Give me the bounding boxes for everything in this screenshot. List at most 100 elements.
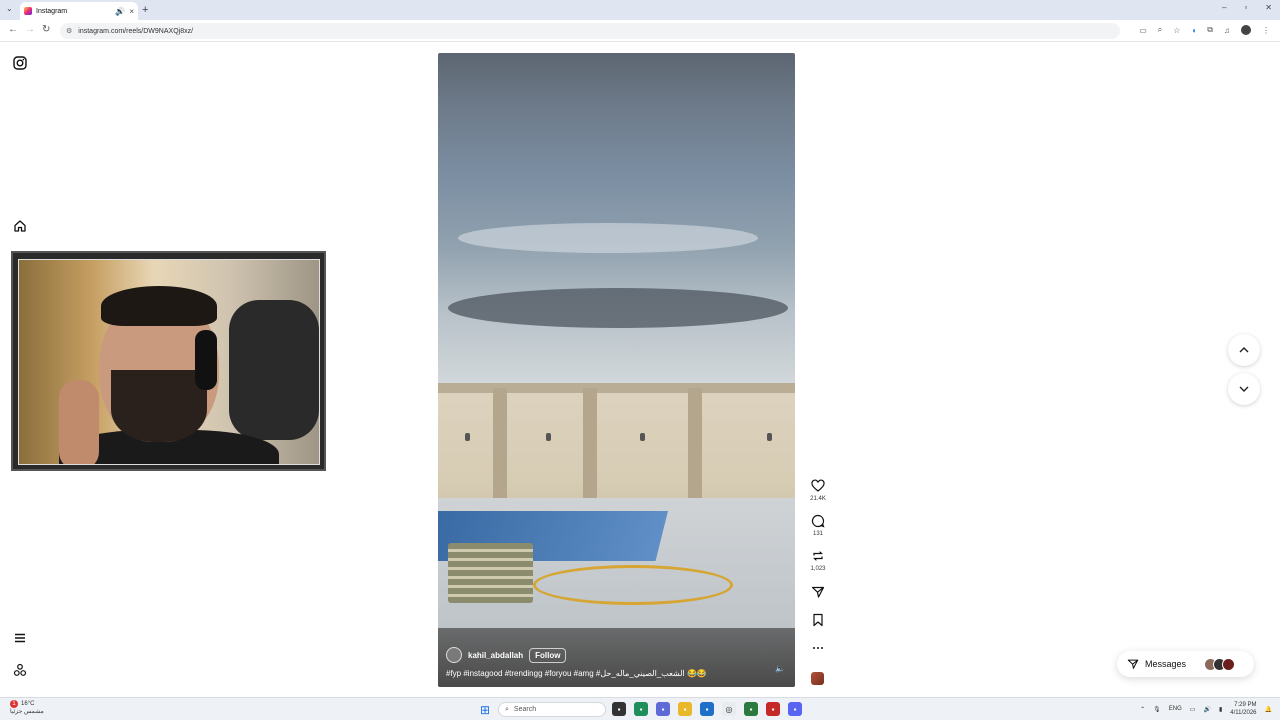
reel-caption[interactable]: #fyp #instagood #trendingg #foryou #amg … bbox=[446, 669, 707, 678]
instagram-favicon-icon bbox=[24, 7, 32, 15]
app-icon[interactable]: ▪ bbox=[766, 702, 780, 716]
video-pillar bbox=[688, 388, 702, 508]
person-beard bbox=[111, 370, 207, 442]
chevron-up-icon bbox=[1239, 347, 1249, 353]
share-icon[interactable] bbox=[809, 585, 827, 602]
video-lamp bbox=[546, 433, 551, 441]
webcam-feed bbox=[18, 259, 320, 465]
tab-search-icon[interactable]: ⌄ bbox=[6, 4, 13, 13]
clock[interactable]: 7:29 PM 4/11/2026 bbox=[1230, 701, 1256, 717]
maximize-icon[interactable]: ▫ bbox=[1244, 3, 1247, 12]
browser-tab-instagram[interactable]: Instagram 🔊 × bbox=[20, 2, 138, 20]
reel-video[interactable]: kahil_abdallah Follow #fyp #instagood #t… bbox=[438, 53, 795, 687]
reload-button[interactable]: ↻ bbox=[42, 24, 50, 35]
like-icon[interactable] bbox=[809, 479, 827, 496]
person-hand bbox=[59, 380, 99, 464]
system-tray: ⌃ 🎙 ENG ▭ 🔊 ▮ 7:29 PM 4/11/2026 🔔 bbox=[1140, 701, 1272, 717]
messages-button[interactable]: Messages bbox=[1117, 651, 1254, 677]
weather-temp: 16°C bbox=[21, 701, 35, 707]
window-controls: – ▫ ✕ bbox=[1222, 3, 1272, 12]
address-bar[interactable]: ⚙ instagram.com/reels/DW9NAXQj8xz/ bbox=[60, 23, 1120, 39]
video-cloud-dark bbox=[448, 288, 788, 328]
app-icon[interactable]: ▪ bbox=[656, 702, 670, 716]
tab-title: Instagram bbox=[36, 7, 68, 15]
repost-count: 1,023 bbox=[810, 566, 826, 572]
browser-toolbar: ← → ↻ ⚙ instagram.com/reels/DW9NAXQj8xz/… bbox=[0, 20, 1280, 42]
alert-badge: 1 bbox=[10, 700, 18, 708]
browser-tab-strip: ⌄ Instagram 🔊 × + – ▫ ✕ bbox=[0, 0, 1280, 20]
windows-taskbar: 1 16°C مشمس جزئيا ⊞ ⌕ Search ▪ ▪ ▪ ▪ ▪ ◎ … bbox=[0, 697, 1280, 720]
network-icon[interactable]: ▭ bbox=[1190, 706, 1196, 713]
profile-avatar-icon[interactable] bbox=[1241, 25, 1251, 35]
app-icon[interactable]: ▪ bbox=[744, 702, 758, 716]
battery-icon[interactable]: ▮ bbox=[1219, 706, 1222, 713]
volume-icon[interactable]: 🔊 bbox=[1203, 706, 1210, 713]
bookmark-star-icon[interactable]: ☆ bbox=[1173, 26, 1180, 35]
back-button[interactable]: ← bbox=[8, 24, 18, 35]
browser-right-tools: ▭ ⌕ ☆ ◖ ⧉ ♫ ⋮ bbox=[1139, 25, 1270, 35]
taskbar-search[interactable]: ⌕ Search bbox=[498, 702, 606, 717]
save-icon[interactable] bbox=[809, 613, 827, 630]
comment-count: 131 bbox=[812, 531, 823, 537]
home-icon[interactable] bbox=[12, 218, 28, 234]
tab-audio-icon[interactable]: 🔊 bbox=[115, 7, 125, 16]
more-options-icon[interactable] bbox=[809, 641, 827, 658]
tray-overflow-icon[interactable]: ⌃ bbox=[1140, 706, 1145, 713]
search-icon: ⌕ bbox=[505, 705, 509, 713]
media-control-icon[interactable]: ♫ bbox=[1224, 26, 1230, 35]
video-pillar bbox=[493, 388, 507, 508]
windows-start-icon[interactable]: ⊞ bbox=[480, 703, 490, 717]
zoom-icon[interactable]: ⌕ bbox=[1158, 25, 1162, 35]
send-icon bbox=[1127, 659, 1139, 669]
instagram-logo-icon[interactable] bbox=[12, 55, 28, 71]
original-audio-thumbnail[interactable] bbox=[811, 672, 824, 685]
author-username[interactable]: kahil_abdallah bbox=[468, 651, 523, 660]
comment-icon[interactable] bbox=[809, 514, 827, 531]
video-cloud-light bbox=[458, 223, 758, 253]
repost-icon[interactable] bbox=[809, 549, 827, 566]
weather-condition: مشمس جزئيا bbox=[10, 709, 44, 715]
follow-button[interactable]: Follow bbox=[529, 647, 567, 663]
site-info-icon[interactable]: ⚙ bbox=[66, 27, 72, 35]
apps-icon[interactable] bbox=[12, 662, 28, 678]
message-avatars bbox=[1204, 657, 1236, 671]
clock-date: 4/11/2026 bbox=[1230, 710, 1257, 716]
person-hair bbox=[101, 286, 217, 326]
gaming-chair bbox=[229, 300, 319, 440]
video-cash-stacks bbox=[448, 543, 533, 603]
taskbar-search-placeholder: Search bbox=[513, 706, 537, 713]
forward-button[interactable]: → bbox=[25, 24, 35, 35]
messages-label: Messages bbox=[1145, 659, 1187, 669]
url-text: instagram.com/reels/DW9NAXQj8xz/ bbox=[78, 27, 194, 35]
notifications-icon[interactable]: 🔔 bbox=[1265, 706, 1272, 713]
tab-close-icon[interactable]: × bbox=[129, 7, 134, 16]
task-view-icon[interactable]: ▪ bbox=[612, 702, 626, 716]
close-window-icon[interactable]: ✕ bbox=[1265, 3, 1272, 12]
like-count: 21.4K bbox=[810, 496, 826, 502]
taskbar-apps: ▪ ▪ ▪ ▪ ▪ ◎ ▪ ▪ ▪ bbox=[612, 702, 802, 716]
app-icon[interactable]: ▪ bbox=[634, 702, 648, 716]
cast-icon[interactable]: ▭ bbox=[1139, 26, 1147, 35]
previous-reel-button[interactable] bbox=[1228, 334, 1260, 366]
video-lamp bbox=[767, 433, 772, 441]
hamburger-icon[interactable] bbox=[12, 630, 28, 646]
reel-author-row: kahil_abdallah Follow bbox=[446, 647, 567, 663]
mute-toggle-icon[interactable]: 🔈 bbox=[775, 664, 785, 673]
author-avatar[interactable] bbox=[446, 647, 462, 663]
chrome-icon[interactable]: ◎ bbox=[722, 702, 736, 716]
browser-menu-icon[interactable]: ⋮ bbox=[1262, 26, 1270, 35]
file-explorer-icon[interactable]: ▪ bbox=[678, 702, 692, 716]
read-aloud-icon[interactable]: ◖ bbox=[1191, 26, 1196, 35]
minimize-icon[interactable]: – bbox=[1222, 3, 1226, 12]
weather-widget[interactable]: 1 16°C مشمس جزئيا bbox=[10, 700, 44, 716]
language-indicator[interactable]: ENG bbox=[1169, 706, 1182, 712]
microphone-icon[interactable]: 🎙 bbox=[1153, 706, 1161, 713]
app-icon[interactable]: ▪ bbox=[700, 702, 714, 716]
new-tab-button[interactable]: + bbox=[142, 4, 148, 16]
extensions-icon[interactable]: ⧉ bbox=[1207, 25, 1213, 35]
avatar bbox=[1222, 657, 1236, 671]
next-reel-button[interactable] bbox=[1228, 373, 1260, 405]
discord-icon[interactable]: ▪ bbox=[788, 702, 802, 716]
video-hose bbox=[533, 565, 733, 605]
video-wall-cap bbox=[438, 383, 795, 393]
